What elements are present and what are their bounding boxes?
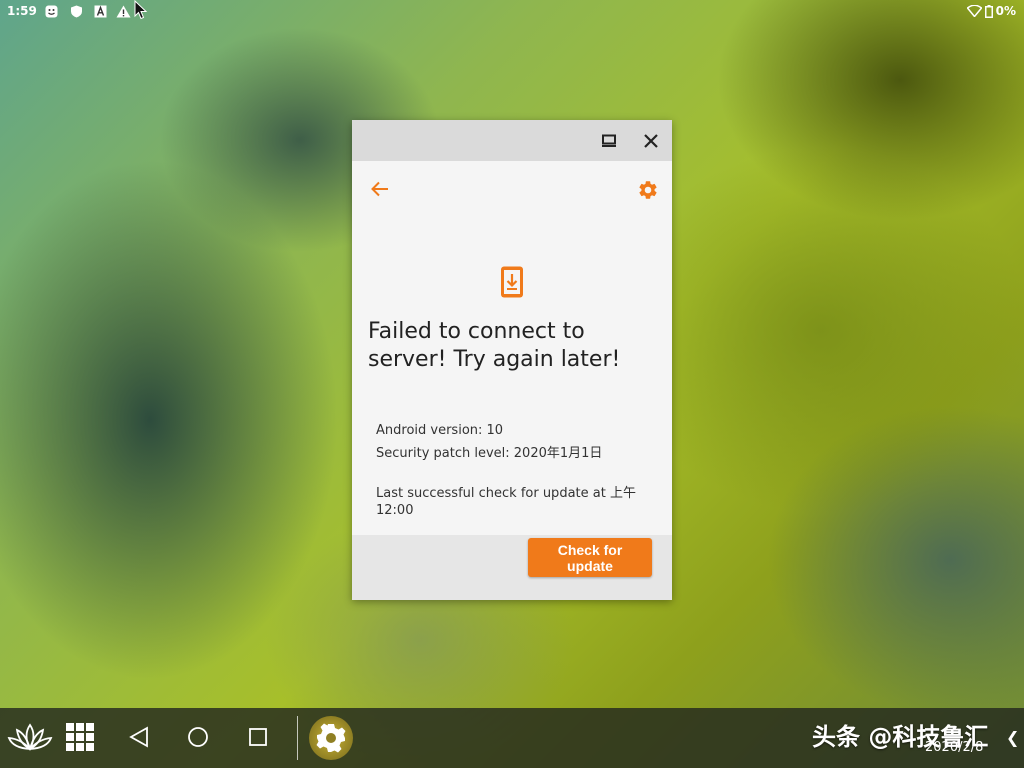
check-for-update-button[interactable]: Check for update xyxy=(528,538,652,577)
status-time: 1:59 xyxy=(7,4,37,18)
close-icon[interactable] xyxy=(641,131,661,151)
system-update-window: Failed to connect to server! Try again l… xyxy=(352,120,672,600)
window-titlebar[interactable] xyxy=(352,120,672,161)
security-patch-text: Security patch level: 2020年1月1日 xyxy=(376,446,603,461)
phone-download-icon xyxy=(501,266,523,298)
wifi-icon xyxy=(966,5,982,17)
expand-chevron-icon[interactable]: ❮ xyxy=(1006,728,1019,747)
shield-icon xyxy=(71,5,82,18)
taskbar-date: 2020/2/8 xyxy=(925,740,984,755)
android-version-text: Android version: 10 xyxy=(376,423,504,438)
lotus-logo-icon[interactable] xyxy=(7,723,53,753)
desktop: 1:59 0% Failed to connect to server! Try… xyxy=(0,0,1024,768)
smiley-notification-icon xyxy=(45,5,58,18)
taskbar: 头条 @科技鲁汇 2020/2/8 ❮ xyxy=(0,708,1024,768)
settings-gear-icon[interactable] xyxy=(637,179,659,201)
home-icon[interactable] xyxy=(187,726,209,748)
back-arrow-icon[interactable] xyxy=(370,179,390,199)
settings-app-icon[interactable] xyxy=(309,716,353,760)
taskbar-divider xyxy=(297,716,298,760)
a-letter-icon xyxy=(94,5,107,18)
back-icon[interactable] xyxy=(128,726,150,748)
battery-percent: 0% xyxy=(995,4,1016,18)
warning-icon xyxy=(116,5,131,18)
window-footer: Check for update xyxy=(352,535,672,600)
update-status-headline: Failed to connect to server! Try again l… xyxy=(368,319,621,372)
maximize-icon[interactable] xyxy=(599,131,619,151)
battery-icon xyxy=(984,4,993,18)
status-right: 0% xyxy=(966,4,1016,18)
apps-grid-icon[interactable] xyxy=(66,723,94,751)
status-bar: 1:59 0% xyxy=(0,0,1024,24)
recents-icon[interactable] xyxy=(248,727,268,747)
mouse-cursor-icon xyxy=(134,0,148,20)
last-check-text: Last successful check for update at 上午 1… xyxy=(376,486,636,518)
